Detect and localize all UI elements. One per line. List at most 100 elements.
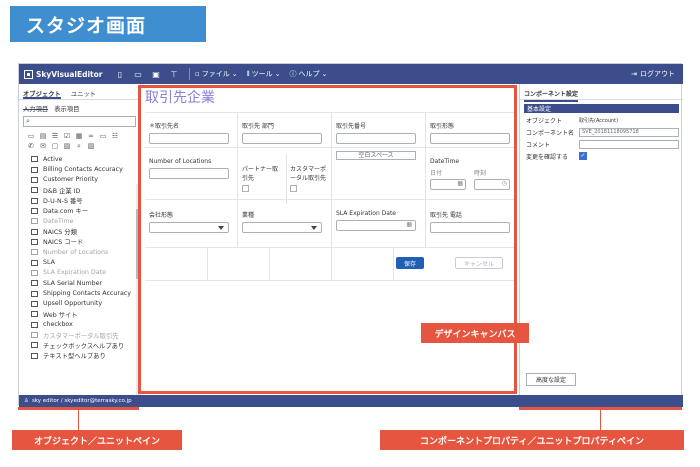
callout-design-canvas: デザインキャンバス xyxy=(421,323,529,343)
list-item[interactable]: Shipping Contacts Accuracy xyxy=(31,288,140,298)
file-menu-icon: ▫ xyxy=(195,70,200,78)
component-name-field[interactable]: SVE_20181118095718 xyxy=(579,127,679,137)
list-item[interactable]: チェックボックスヘルプあり xyxy=(31,340,140,350)
confirm-changes-checkbox[interactable]: ✓ xyxy=(579,152,587,160)
callout-left-pane: オブジェクト／ユニットペイン xyxy=(12,430,182,450)
advanced-settings-button[interactable]: 高度な設定 xyxy=(526,373,576,386)
search-input[interactable] xyxy=(24,117,135,126)
email-icon[interactable]: ✉ xyxy=(37,142,49,151)
link-icon[interactable]: ∞ xyxy=(85,132,97,140)
list-item[interactable]: D-U-N-S 番号 xyxy=(31,195,140,205)
left-tabs: オブジェクト ユニット xyxy=(19,84,140,100)
menu-help-label: ヘルプ xyxy=(298,70,320,78)
page-banner: スタジオ画面 xyxy=(10,6,206,42)
save-icon[interactable]: ▣ xyxy=(147,70,165,79)
list-item[interactable]: Web サイト xyxy=(31,309,140,319)
open-folder-icon[interactable]: ▭ xyxy=(129,70,147,79)
field-type-icon xyxy=(31,228,38,235)
format-icon[interactable]: ⊤ xyxy=(165,70,183,79)
tab-unit[interactable]: ユニット xyxy=(71,89,96,99)
list-item[interactable]: Data.com キー xyxy=(31,206,140,216)
search-field-icon[interactable]: ⌕ xyxy=(73,142,85,151)
brand-name: SkyVisualEditor xyxy=(36,69,103,79)
picklist-icon[interactable]: ▭ xyxy=(97,132,109,140)
field-type-icon xyxy=(31,280,38,287)
textarea-icon[interactable]: ▤ xyxy=(37,132,49,140)
logout-label: ログアウト xyxy=(640,70,675,78)
menu-tools[interactable]: ⫴ ツール ⌄ xyxy=(247,69,281,79)
field-type-icon xyxy=(31,311,38,318)
list-item[interactable]: テキスト型ヘルプあり xyxy=(31,351,140,361)
field-type-icon xyxy=(31,259,38,266)
component-property-pane: コンポーネント設定 基本設定 オブジェクト 取引先(Account) コンポーネ… xyxy=(519,84,683,395)
field-list: Active Billing Contacts Accuracy Custome… xyxy=(19,154,140,361)
help-icon: ⓘ xyxy=(289,70,297,78)
list-item[interactable]: DateTime xyxy=(31,216,140,226)
tab-object[interactable]: オブジェクト xyxy=(23,89,61,99)
status-bar: ♙ sky editor / skyeditor@terrasky.co.jp xyxy=(19,395,683,407)
field-type-icon xyxy=(31,197,38,204)
field-type-icon xyxy=(31,300,38,307)
subtab-display-fields[interactable]: 表示項目 xyxy=(54,104,79,113)
field-type-icon xyxy=(31,218,38,225)
field-type-icon xyxy=(31,156,38,163)
chevron-down-icon: ⌄ xyxy=(274,70,281,78)
list-item[interactable]: Upsell Opportunity xyxy=(31,299,140,309)
tools-menu-icon: ⫴ xyxy=(246,69,250,78)
prop-object: オブジェクト 取引先(Account) xyxy=(526,117,619,125)
top-toolbar: SkyVisualEditor ▯ ▭ ▣ ⊤ ▫ ファイル ⌄ ⫴ ツール ⌄… xyxy=(19,64,683,84)
field-type-icon xyxy=(31,187,38,194)
menu-file-label: ファイル xyxy=(201,70,230,78)
left-pane-stem xyxy=(78,410,79,432)
list-item[interactable]: checkbox xyxy=(31,320,140,330)
logout-icon: ⇥ xyxy=(631,70,637,78)
logout-button[interactable]: ⇥ ログアウト xyxy=(631,64,675,84)
field-type-icon xyxy=(31,342,38,349)
menu-help[interactable]: ⓘ ヘルプ ⌄ xyxy=(289,69,327,79)
search-icon: ⌕ xyxy=(26,117,30,125)
list-item[interactable]: NAICS コード xyxy=(31,237,140,247)
list-item[interactable]: カスタマーポータル取引先 xyxy=(31,330,140,340)
new-file-icon[interactable]: ▯ xyxy=(111,70,129,79)
list-icon[interactable]: ☰ xyxy=(49,132,61,140)
prop-component-name: コンポーネント名 SVE_20181118095718 xyxy=(526,127,679,137)
field-search: ⌕ xyxy=(23,116,136,127)
list-item[interactable]: D&B 企業 ID xyxy=(31,185,140,195)
brand: SkyVisualEditor xyxy=(19,69,111,79)
list-item[interactable]: Customer Priority xyxy=(31,175,140,185)
prop-comment: コメント xyxy=(526,139,679,149)
list-item[interactable]: Active xyxy=(31,154,140,164)
phone-icon[interactable]: ✆ xyxy=(25,142,37,151)
checkbox-icon[interactable]: ☑ xyxy=(61,132,73,140)
list-item[interactable]: Number of Locations xyxy=(31,247,140,257)
formula-icon[interactable]: ▧ xyxy=(61,142,73,151)
list-item[interactable]: Billing Contacts Accuracy xyxy=(31,164,140,174)
list-item[interactable]: SLA xyxy=(31,257,140,267)
callout-right-pane: コンポーネントプロパティ／ユニットプロパティペイン xyxy=(380,430,684,450)
right-pane-stem xyxy=(600,410,601,432)
comment-field[interactable] xyxy=(579,139,679,149)
list-item[interactable]: NAICS 分類 xyxy=(31,226,140,236)
field-type-icon xyxy=(31,166,38,173)
menu-file[interactable]: ▫ ファイル ⌄ xyxy=(195,69,238,79)
list-item[interactable]: SLA Expiration Date xyxy=(31,268,140,278)
section-basic-settings: 基本設定 xyxy=(524,104,679,113)
component-icon-grid: ▭ ▤ ☰ ☑ ▦ ∞ ▭ ☷ ✆ ✉ ▢ ▧ ⌕ ▨ xyxy=(19,129,140,154)
number-icon[interactable]: ☷ xyxy=(109,132,121,140)
field-type-icon xyxy=(31,249,38,256)
text-field-icon[interactable]: ▭ xyxy=(25,132,37,140)
menu-tools-label: ツール xyxy=(251,70,273,78)
prop-confirm-changes: 変更を確認する ✓ xyxy=(526,152,587,161)
calendar-icon[interactable]: ▦ xyxy=(73,132,85,140)
image-icon[interactable]: ▨ xyxy=(85,142,97,151)
percent-icon[interactable]: ▢ xyxy=(49,142,61,151)
field-type-icon xyxy=(31,238,38,245)
subtab-input-fields[interactable]: 入力項目 xyxy=(23,104,49,113)
user-icon: ♙ xyxy=(24,398,29,404)
right-tabs: コンポーネント設定 xyxy=(520,84,683,102)
field-type-icon xyxy=(31,290,38,297)
list-item[interactable]: SLA Serial Number xyxy=(31,278,140,288)
tab-component-settings[interactable]: コンポーネント設定 xyxy=(524,89,579,102)
left-subtabs: 入力項目 表示項目 xyxy=(19,100,140,114)
canvas-highlight-frame xyxy=(138,85,517,394)
